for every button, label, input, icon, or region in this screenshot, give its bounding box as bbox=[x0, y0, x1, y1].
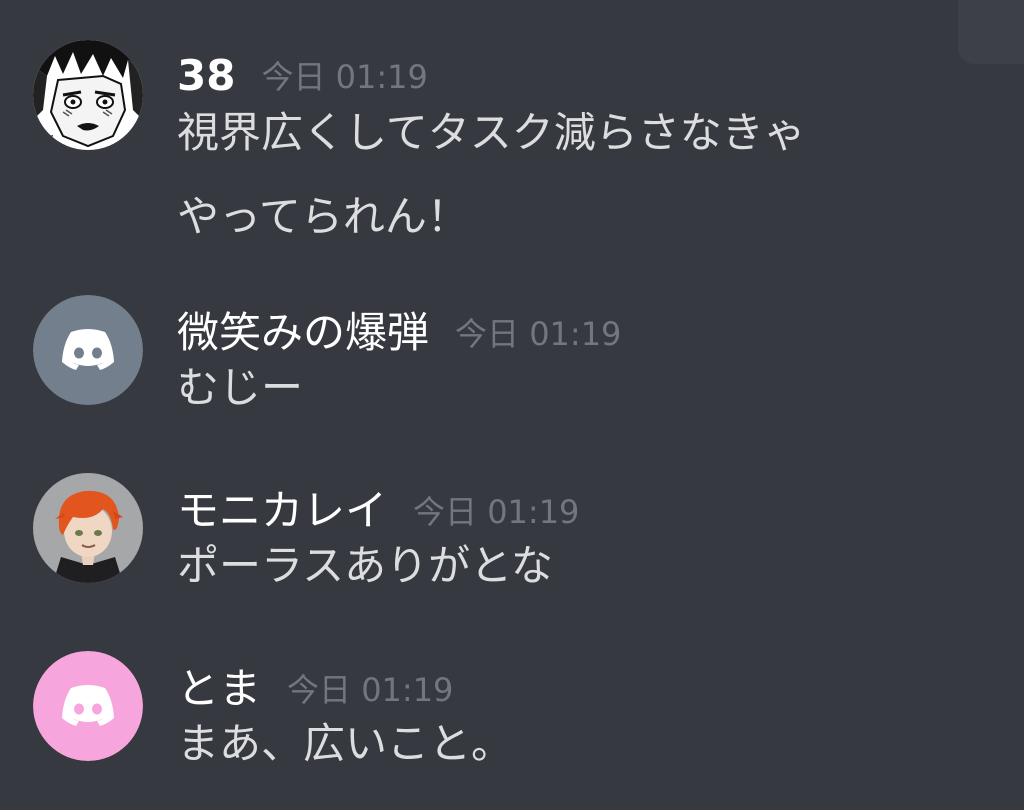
message-text: まあ、広いこと。 bbox=[177, 719, 514, 768]
user-avatar[interactable] bbox=[33, 295, 143, 405]
manga-face-avatar-icon bbox=[33, 40, 143, 150]
timestamp: 今日 01:19 bbox=[455, 315, 622, 353]
user-avatar[interactable] bbox=[33, 473, 143, 583]
message-text: ポーラスありがとな bbox=[177, 541, 553, 590]
discord-default-pink-avatar-icon bbox=[33, 651, 143, 761]
chat-message-list: 38 今日 01:19 視界広くしてタスク減らさなきゃ やってられん！ 微笑みの爆… bbox=[0, 0, 1024, 810]
message-text: やってられん！ bbox=[177, 192, 469, 241]
message-text: 視界広くしてタスク減らさなきゃ bbox=[177, 108, 806, 157]
discord-default-gray-avatar-icon bbox=[33, 295, 143, 405]
timestamp: 今日 01:19 bbox=[261, 58, 428, 96]
user-avatar[interactable] bbox=[33, 40, 143, 150]
message-text: むじー bbox=[177, 363, 304, 412]
orange-hair-character-avatar-icon bbox=[33, 473, 143, 583]
user-avatar[interactable] bbox=[33, 651, 143, 761]
